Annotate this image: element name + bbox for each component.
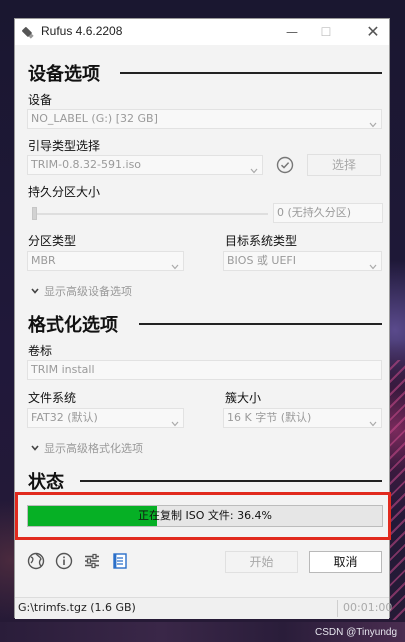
partition-scheme-label: 分区类型 <box>28 234 77 248</box>
progress-bar: 正在复制 ISO 文件: 36.4% <box>27 505 383 527</box>
persistent-size-slider[interactable] <box>32 213 268 215</box>
progress-text: 正在复制 ISO 文件: 36.4% <box>137 509 273 522</box>
chevron-down-icon <box>31 285 39 294</box>
chevron-down-icon <box>369 415 377 427</box>
format-section-title: 格式化选项 <box>28 315 118 336</box>
device-dropdown-value: NO_LABEL (G:) [32 GB] <box>31 112 158 125</box>
volume-label-label: 卷标 <box>28 344 53 358</box>
persistent-partition-label: 持久分区大小 <box>28 185 101 199</box>
settings-sliders-icon[interactable] <box>83 552 101 570</box>
target-system-label: 目标系统类型 <box>225 234 298 248</box>
watermark: CSDN @Tinyundg <box>314 627 397 638</box>
close-button[interactable]: ✕ <box>358 19 388 45</box>
advanced-device-label: 显示高级设备选项 <box>44 285 132 298</box>
log-icon[interactable] <box>111 552 129 570</box>
boot-selection-value: TRIM-0.8.32-591.iso <box>31 158 142 171</box>
device-dropdown[interactable]: NO_LABEL (G:) [32 GB] <box>27 109 382 129</box>
select-button[interactable]: 选择 <box>307 154 381 176</box>
rufus-window: Rufus 4.6.2208 — ☐ ✕ 设备选项 设备 NO_LABEL (G… <box>14 18 393 619</box>
volume-label-value: TRIM install <box>31 363 95 376</box>
cluster-size-value: 16 K 字节 (默认) <box>227 411 312 424</box>
advanced-format-toggle[interactable]: 显示高级格式化选项 <box>31 440 143 456</box>
boot-selection-label: 引导类型选择 <box>28 139 101 153</box>
title-bar[interactable]: Rufus 4.6.2208 — ☐ ✕ <box>15 19 389 45</box>
globe-icon[interactable] <box>27 552 45 570</box>
chevron-down-icon <box>171 415 179 427</box>
minimize-button[interactable]: — <box>277 19 307 45</box>
volume-label-field[interactable]: TRIM install <box>27 360 382 380</box>
cluster-size-dropdown[interactable]: 16 K 字节 (默认) <box>223 408 382 428</box>
partition-scheme-dropdown[interactable]: MBR <box>27 251 184 271</box>
slider-thumb[interactable] <box>32 207 37 220</box>
chevron-down-icon <box>31 442 39 451</box>
target-system-value: BIOS 或 UEFI <box>227 254 296 267</box>
advanced-device-toggle[interactable]: 显示高级设备选项 <box>31 283 132 299</box>
cluster-size-label: 簇大小 <box>225 391 262 405</box>
device-label: 设备 <box>28 93 53 107</box>
chevron-down-icon <box>171 258 179 270</box>
window-title: Rufus 4.6.2208 <box>41 24 123 38</box>
usb-drive-icon <box>21 25 35 39</box>
elapsed-timer: 00:01:00 <box>343 601 393 614</box>
section-divider <box>80 480 382 482</box>
section-divider <box>120 72 382 74</box>
boot-selection-dropdown[interactable]: TRIM-0.8.32-591.iso <box>27 155 263 175</box>
chevron-down-icon <box>369 116 377 128</box>
section-divider <box>139 323 382 325</box>
checksum-icon[interactable] <box>276 156 294 174</box>
status-section-title: 状态 <box>28 472 64 493</box>
status-text: G:\trimfs.tgz (1.6 GB) <box>18 601 136 614</box>
status-bar: G:\trimfs.tgz (1.6 GB) 00:01:00 <box>15 597 393 619</box>
file-system-dropdown[interactable]: FAT32 (默认) <box>27 408 184 428</box>
advanced-format-label: 显示高级格式化选项 <box>44 442 143 455</box>
cancel-button[interactable]: 取消 <box>309 551 382 573</box>
persistent-size-field[interactable]: 0 (无持久分区) <box>273 203 383 223</box>
persistent-size-value: 0 (无持久分区) <box>277 206 352 219</box>
chevron-down-icon <box>250 162 258 174</box>
info-icon[interactable] <box>55 552 73 570</box>
file-system-label: 文件系统 <box>28 391 77 405</box>
partition-scheme-value: MBR <box>31 254 56 267</box>
status-divider <box>337 600 338 617</box>
target-system-dropdown[interactable]: BIOS 或 UEFI <box>223 251 382 271</box>
maximize-button[interactable]: ☐ <box>311 19 341 45</box>
device-section-title: 设备选项 <box>28 64 100 85</box>
chevron-down-icon <box>369 258 377 270</box>
file-system-value: FAT32 (默认) <box>31 411 98 424</box>
start-button[interactable]: 开始 <box>225 551 298 573</box>
